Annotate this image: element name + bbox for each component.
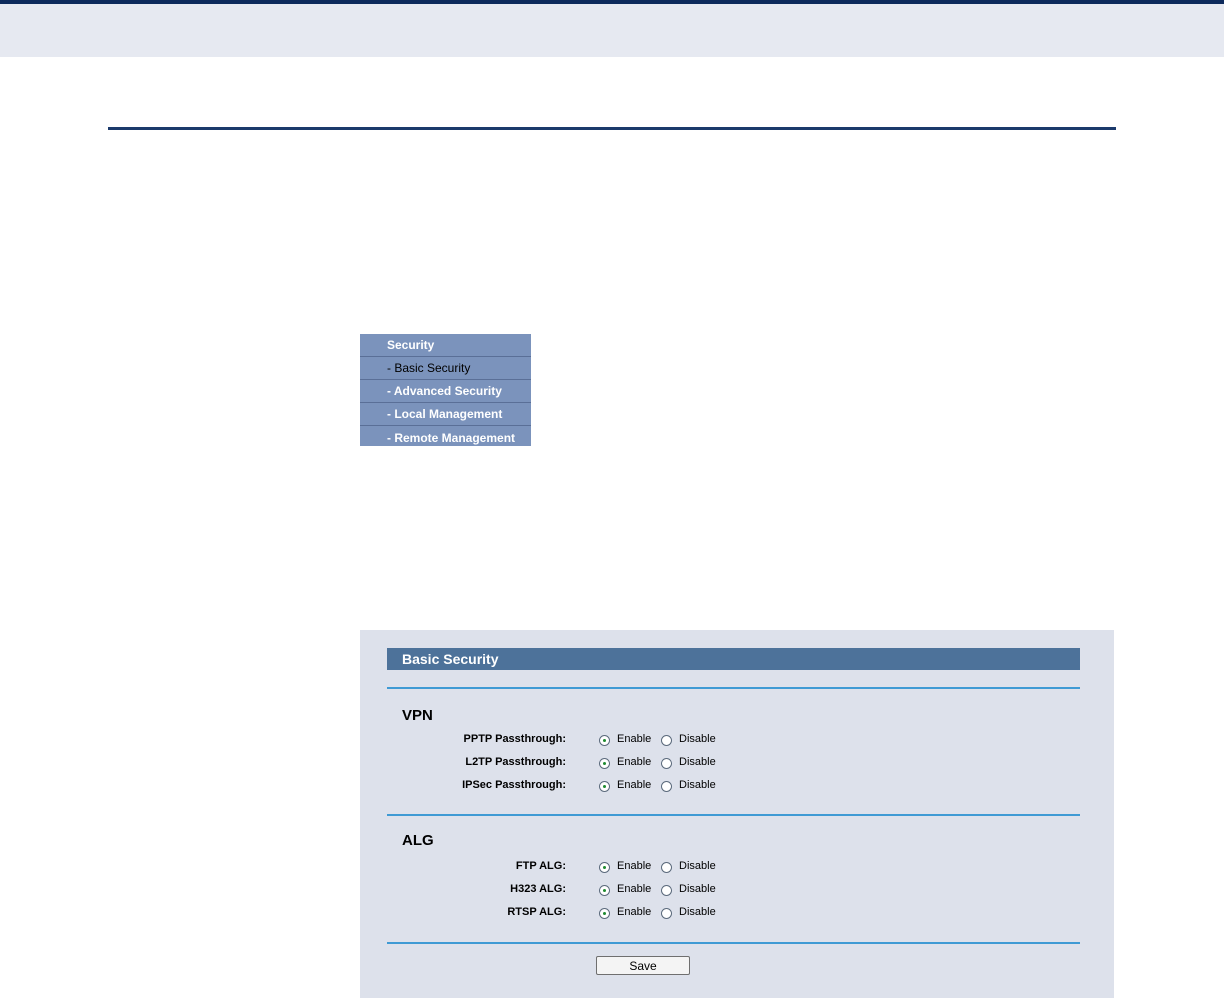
rtsp-alg-row: RTSP ALG: Enable Disable xyxy=(360,904,1114,924)
disable-radio[interactable] xyxy=(661,908,672,919)
enable-radio[interactable] xyxy=(599,758,610,769)
enable-label: Enable xyxy=(617,756,652,768)
section-divider xyxy=(387,814,1080,816)
enable-radio[interactable] xyxy=(599,781,610,792)
menu-item-remote-management[interactable]: - Remote Management xyxy=(360,426,531,446)
ipsec-passthrough-row: IPSec Passthrough: Enable Disable xyxy=(360,777,1114,797)
enable-label: Enable xyxy=(617,860,652,872)
row-label: IPSec Passthrough: xyxy=(462,779,566,791)
row-label: L2TP Passthrough: xyxy=(465,756,566,768)
h323-alg-row: H323 ALG: Enable Disable xyxy=(360,881,1114,901)
enable-radio[interactable] xyxy=(599,885,610,896)
disable-radio[interactable] xyxy=(661,885,672,896)
enable-radio[interactable] xyxy=(599,735,610,746)
disable-radio[interactable] xyxy=(661,735,672,746)
ftp-alg-row: FTP ALG: Enable Disable xyxy=(360,858,1114,878)
disable-radio[interactable] xyxy=(661,781,672,792)
pptp-passthrough-row: PPTP Passthrough: Enable Disable xyxy=(360,731,1114,751)
enable-radio[interactable] xyxy=(599,908,610,919)
save-button[interactable]: Save xyxy=(596,956,690,975)
disable-radio[interactable] xyxy=(661,758,672,769)
panel-title: Basic Security xyxy=(387,648,1080,670)
menu-item-security[interactable]: Security xyxy=(360,334,531,357)
enable-label: Enable xyxy=(617,779,652,791)
disable-label: Disable xyxy=(679,860,716,872)
menu-item-local-management[interactable]: - Local Management xyxy=(360,403,531,426)
security-menu: Security - Basic Security - Advanced Sec… xyxy=(360,334,531,446)
disable-radio[interactable] xyxy=(661,862,672,873)
menu-item-basic-security[interactable]: - Basic Security xyxy=(360,357,531,380)
enable-label: Enable xyxy=(617,733,652,745)
disable-label: Disable xyxy=(679,756,716,768)
header-divider xyxy=(108,127,1116,130)
section-divider xyxy=(387,687,1080,689)
basic-security-panel: Basic Security VPN PPTP Passthrough: Ena… xyxy=(360,630,1114,998)
disable-label: Disable xyxy=(679,883,716,895)
row-label: FTP ALG: xyxy=(515,860,566,872)
enable-label: Enable xyxy=(617,906,652,918)
disable-label: Disable xyxy=(679,779,716,791)
l2tp-passthrough-row: L2TP Passthrough: Enable Disable xyxy=(360,754,1114,774)
menu-item-advanced-security[interactable]: - Advanced Security xyxy=(360,380,531,403)
alg-section-title: ALG xyxy=(402,832,434,849)
vpn-section-title: VPN xyxy=(402,707,433,724)
section-divider xyxy=(387,942,1080,944)
row-label: RTSP ALG: xyxy=(507,906,566,918)
row-label: H323 ALG: xyxy=(510,883,566,895)
top-header-band xyxy=(0,0,1224,57)
enable-label: Enable xyxy=(617,883,652,895)
disable-label: Disable xyxy=(679,906,716,918)
row-label: PPTP Passthrough: xyxy=(463,733,566,745)
enable-radio[interactable] xyxy=(599,862,610,873)
disable-label: Disable xyxy=(679,733,716,745)
